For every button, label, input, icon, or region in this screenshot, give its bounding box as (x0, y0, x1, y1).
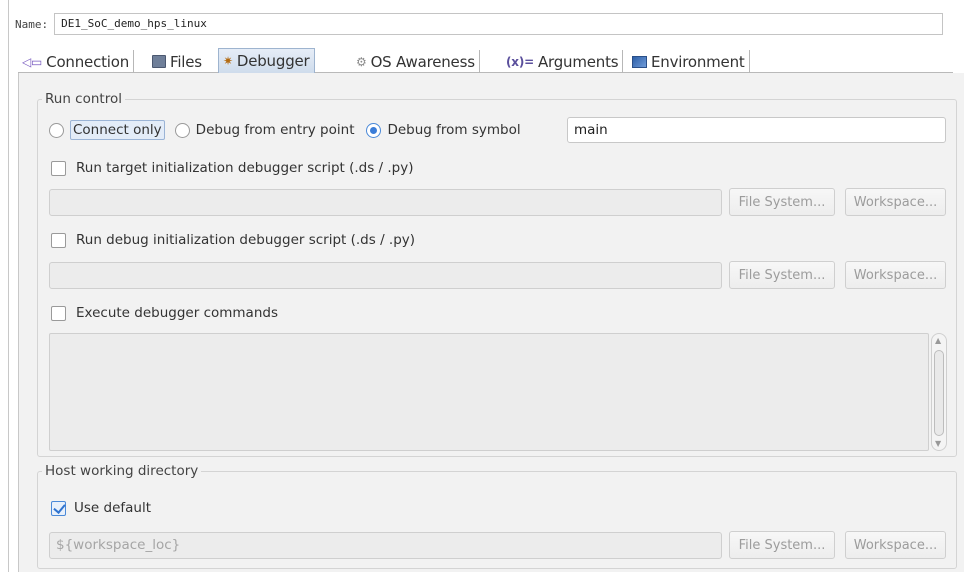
name-label: Name: (15, 17, 49, 31)
tab-files[interactable]: Files (148, 50, 206, 73)
tab-label: Connection (46, 52, 130, 71)
debug-init-path-input[interactable] (49, 262, 722, 289)
connection-icon: ◁▭ (22, 54, 43, 69)
entry-point-label[interactable]: Debug from entry point (196, 122, 355, 138)
use-default-checkbox[interactable] (51, 500, 66, 516)
target-init-checkbox[interactable] (51, 160, 66, 176)
host-directory-path-input[interactable]: ${workspace_loc} (49, 532, 722, 559)
run-control-title: Run control (45, 91, 122, 107)
files-icon (152, 55, 166, 68)
left-window-edge (8, 0, 9, 572)
arguments-icon: (x)= (506, 54, 534, 69)
debug-init-label[interactable]: Run debug initialization debugger script… (76, 232, 415, 248)
debugger-panel: Run control Connect only Debug from entr… (18, 73, 964, 572)
connect-only-radio[interactable] (49, 122, 64, 138)
tab-environment[interactable]: Environment (628, 50, 750, 73)
tab-connection[interactable]: ◁▭ Connection (18, 50, 135, 73)
tab-arguments[interactable]: (x)= Arguments (502, 50, 624, 73)
target-init-label[interactable]: Run target initialization debugger scrip… (76, 160, 414, 176)
use-default-label[interactable]: Use default (74, 500, 151, 516)
debugger-icon: ✷ (223, 54, 233, 68)
debug-init-workspace-button[interactable]: Workspace... (845, 261, 946, 289)
tab-label: Environment (651, 52, 745, 71)
tab-debugger[interactable]: ✷ Debugger (218, 48, 315, 73)
execute-commands-label[interactable]: Execute debugger commands (76, 305, 278, 321)
debug-init-checkbox[interactable] (51, 232, 66, 248)
environment-icon (632, 55, 647, 68)
tab-bar: ◁▭ Connection Files ✷ Debugger ⚙ OS Awar… (18, 47, 953, 73)
tab-label: Files (170, 52, 202, 71)
host-file-system-button[interactable]: File System... (729, 531, 835, 559)
debug-init-row: Run debug initialization debugger script… (51, 230, 415, 250)
use-default-row: Use default (51, 498, 151, 518)
scroll-thumb[interactable] (934, 350, 944, 436)
os-awareness-icon: ⚙ (356, 54, 367, 69)
tab-label: Arguments (537, 52, 619, 71)
target-init-workspace-button[interactable]: Workspace... (845, 188, 946, 216)
run-mode-radios: Connect only Debug from entry point Debu… (49, 117, 521, 143)
execute-commands-row: Execute debugger commands (51, 303, 278, 323)
target-init-file-system-button[interactable]: File System... (729, 188, 835, 216)
target-init-path-input[interactable] (49, 189, 722, 216)
name-row: Name: DE1_SoC_demo_hps_linux (15, 12, 944, 36)
host-working-directory-title: Host working directory (45, 463, 199, 479)
target-init-row: Run target initialization debugger scrip… (51, 158, 414, 178)
execute-commands-checkbox[interactable] (51, 305, 66, 321)
tab-label: Debugger (236, 52, 310, 70)
scroll-down-icon[interactable]: ▼ (935, 439, 941, 448)
debug-from-symbol-radio[interactable] (366, 122, 382, 138)
entry-point-radio[interactable] (174, 122, 190, 138)
host-workspace-button[interactable]: Workspace... (845, 531, 946, 559)
debug-init-file-system-button[interactable]: File System... (729, 261, 835, 289)
symbol-input[interactable]: main (567, 117, 946, 143)
connect-only-label[interactable]: Connect only (70, 120, 165, 140)
debugger-commands-textarea[interactable] (49, 333, 929, 451)
tab-label: OS Awareness (370, 52, 475, 71)
name-input[interactable]: DE1_SoC_demo_hps_linux (54, 13, 944, 35)
debug-from-symbol-label[interactable]: Debug from symbol (387, 122, 520, 138)
tab-os-awareness[interactable]: ⚙ OS Awareness (352, 50, 480, 73)
commands-scrollbar[interactable]: ▲ ▼ (931, 333, 947, 451)
scroll-up-icon[interactable]: ▲ (935, 336, 941, 345)
